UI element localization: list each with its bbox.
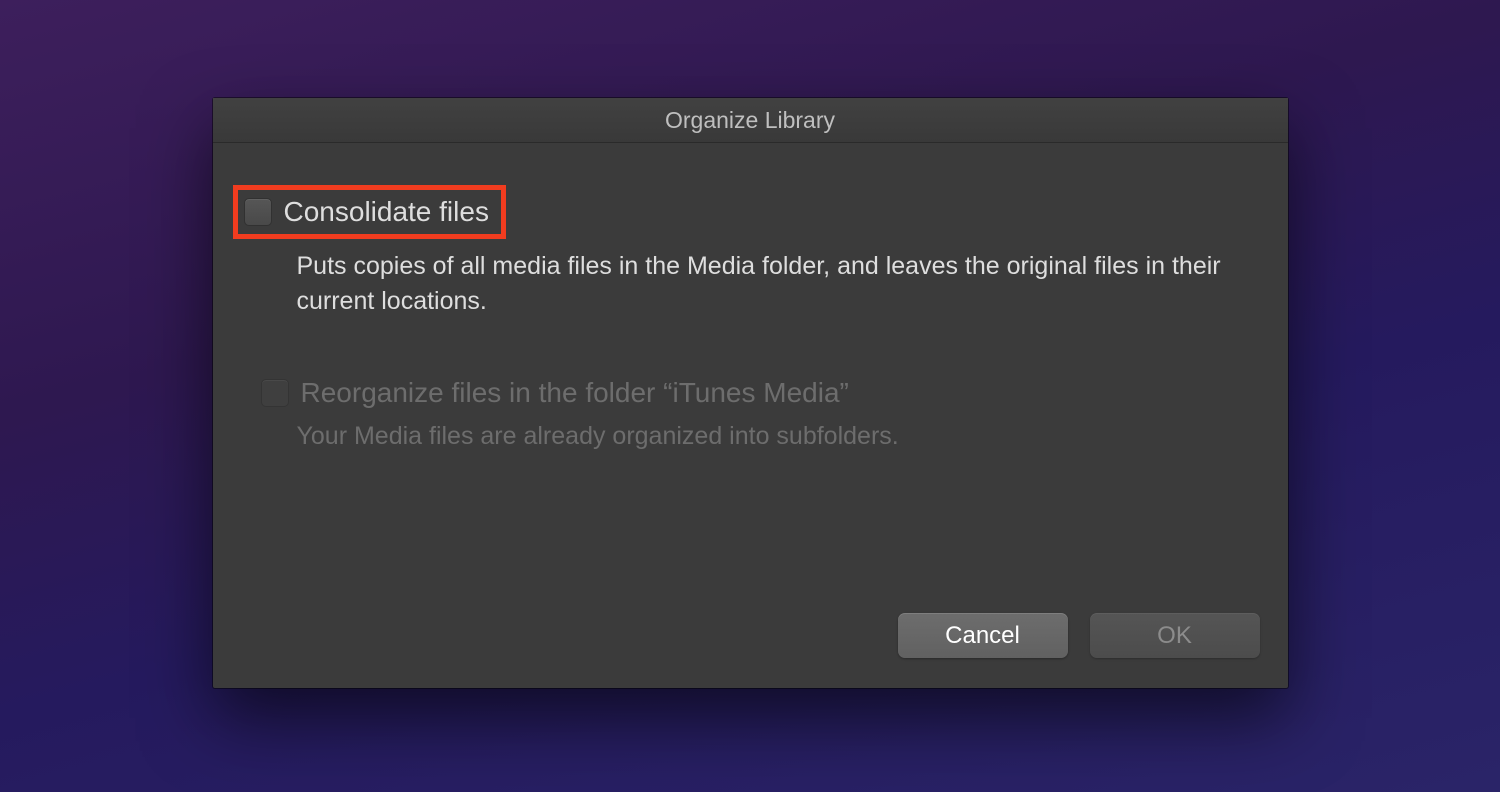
consolidate-files-label[interactable]: Consolidate files: [284, 196, 489, 228]
consolidate-files-checkbox[interactable]: [244, 198, 272, 226]
ok-button[interactable]: OK: [1090, 613, 1260, 658]
dialog-titlebar: Organize Library: [213, 98, 1288, 143]
consolidate-files-row: Consolidate files: [233, 185, 1256, 239]
reorganize-files-row: Reorganize files in the folder “iTunes M…: [233, 377, 1256, 409]
consolidate-files-option: Consolidate files Puts copies of all med…: [233, 185, 1256, 319]
dialog-content: Consolidate files Puts copies of all med…: [213, 143, 1288, 613]
organize-library-dialog: Organize Library Consolidate files Puts …: [213, 98, 1288, 688]
reorganize-files-option: Reorganize files in the folder “iTunes M…: [233, 377, 1256, 454]
cancel-button[interactable]: Cancel: [898, 613, 1068, 658]
consolidate-files-description: Puts copies of all media files in the Me…: [233, 249, 1256, 319]
reorganize-files-description: Your Media files are already organized i…: [233, 419, 1256, 454]
reorganize-files-checkbox: [261, 379, 289, 407]
dialog-title: Organize Library: [665, 107, 835, 134]
consolidate-highlight: Consolidate files: [233, 185, 506, 239]
reorganize-files-label: Reorganize files in the folder “iTunes M…: [301, 377, 849, 409]
button-bar: Cancel OK: [213, 613, 1288, 688]
